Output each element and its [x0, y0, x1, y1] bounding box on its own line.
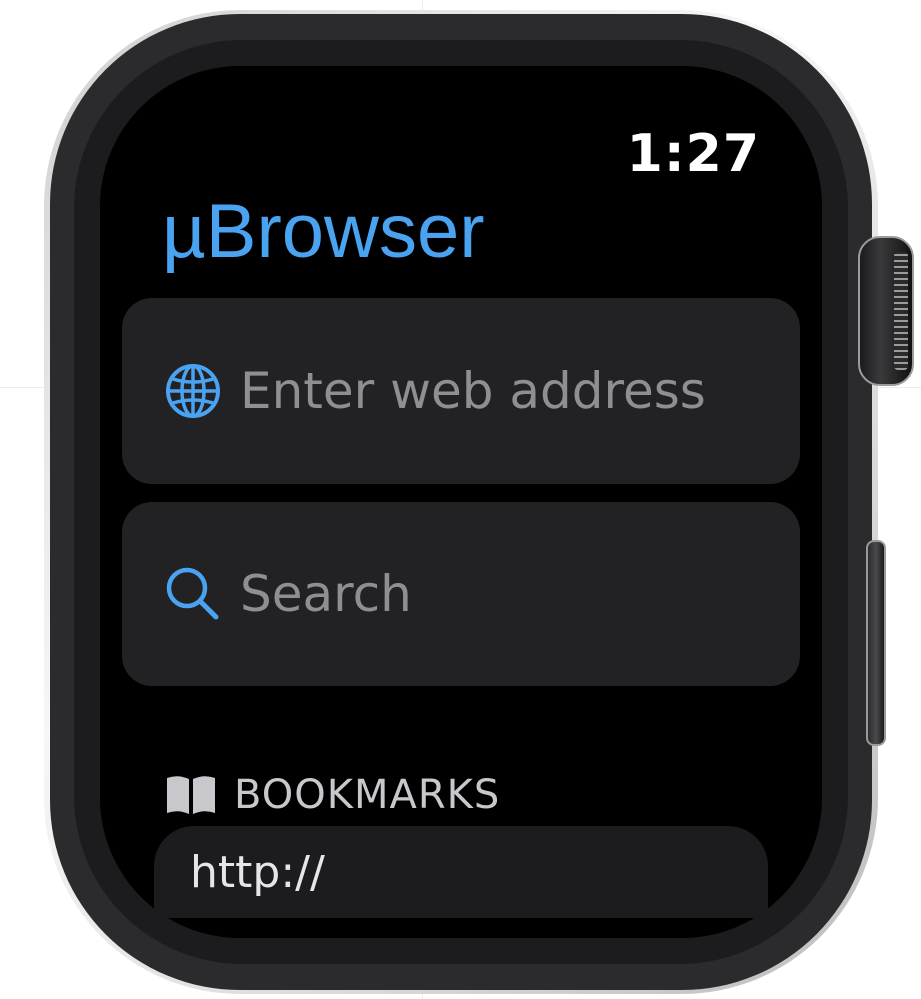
bookmarks-header-label: BOOKMARKS	[234, 772, 501, 818]
magnifying-glass-icon	[166, 567, 219, 620]
app-title: µBrowser	[162, 189, 485, 274]
address-placeholder: Enter web address	[240, 362, 706, 420]
bookmark-url: http://	[190, 847, 325, 898]
device-stage: 1:27 µBrowser Enter web address Search B…	[0, 0, 921, 999]
digital-crown[interactable]	[858, 236, 914, 386]
watch-screen: 1:27 µBrowser Enter web address Search B…	[100, 66, 822, 938]
search-field[interactable]: Search	[122, 502, 800, 686]
bookmarks-header: BOOKMARKS	[164, 772, 500, 818]
address-field[interactable]: Enter web address	[122, 298, 800, 484]
screen-bottom-edge	[100, 918, 822, 938]
globe-icon	[166, 364, 220, 418]
side-button[interactable]	[866, 540, 886, 746]
digital-crown-ridges	[894, 252, 908, 370]
status-time: 1:27	[626, 124, 760, 184]
search-placeholder: Search	[240, 565, 412, 623]
book-icon	[167, 776, 215, 814]
